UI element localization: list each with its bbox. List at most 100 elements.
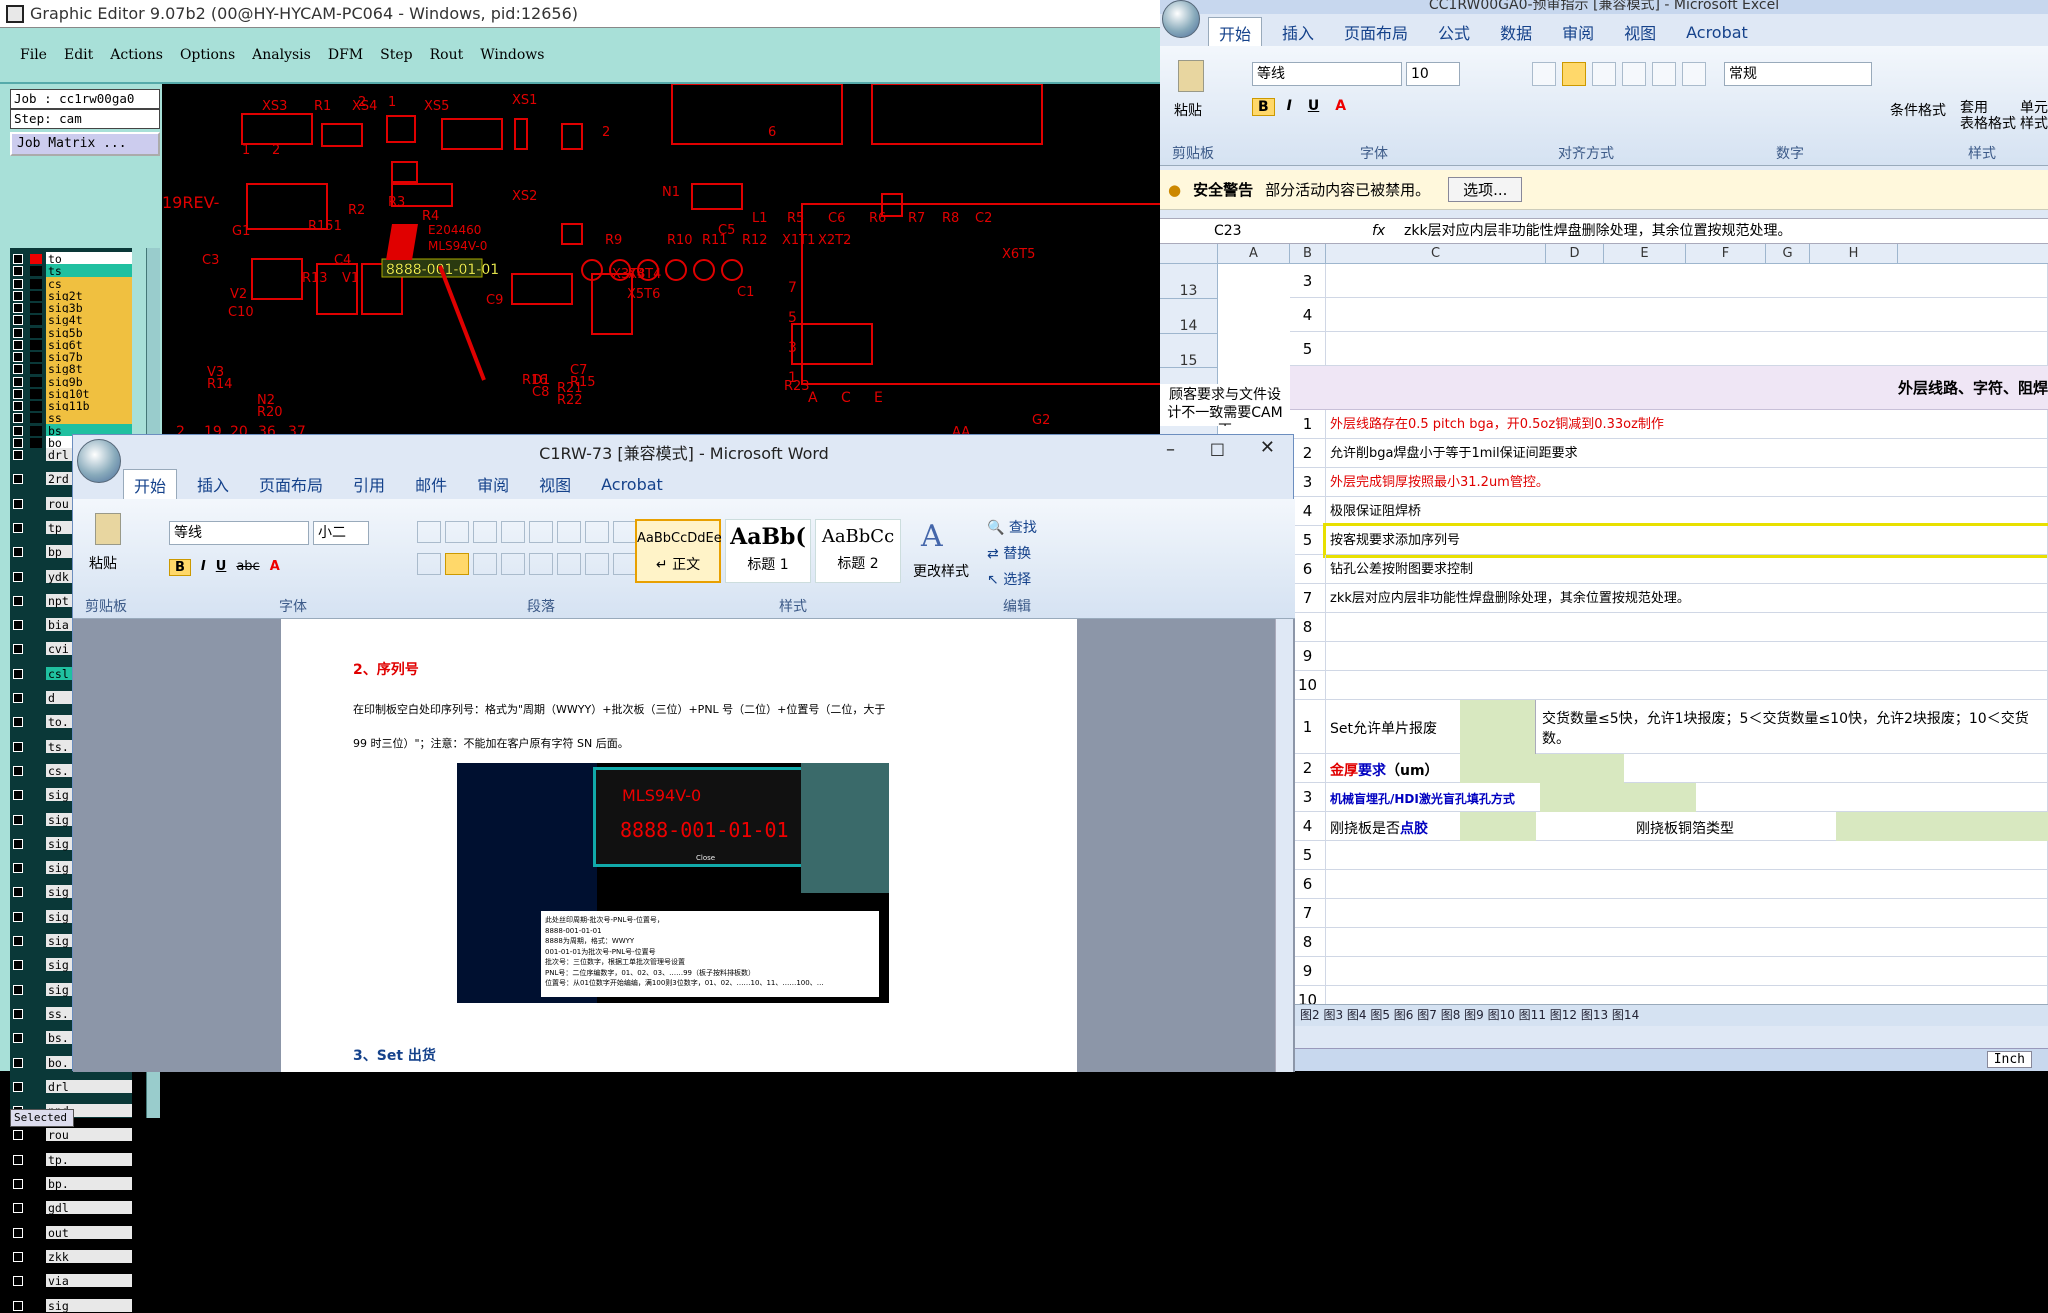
number-format-box[interactable]: 常规 (1724, 62, 1872, 86)
grid-cell[interactable] (1326, 671, 2048, 700)
layer-checkbox[interactable] (13, 595, 23, 606)
wrap-icon[interactable] (1652, 62, 1676, 86)
layer-checkbox[interactable] (13, 668, 23, 679)
grid-cell[interactable]: 极限保证阻焊桥 (1326, 497, 2048, 526)
shading-icon[interactable] (585, 553, 609, 575)
grid-cell[interactable]: zkk层对应内层非功能性焊盘删除处理，其余位置按规范处理。 (1326, 584, 2048, 613)
layer-checkbox[interactable] (13, 620, 23, 631)
align-center-icon[interactable] (445, 553, 469, 575)
layer-checkbox[interactable] (13, 327, 23, 338)
menu-rout[interactable]: Rout (430, 47, 464, 63)
line-spacing-icon[interactable] (557, 553, 581, 575)
layer-checkbox[interactable] (13, 425, 23, 436)
layer-checkbox[interactable] (13, 814, 23, 825)
options-button[interactable]: 选项... (1448, 177, 1523, 202)
layer-checkbox[interactable] (13, 911, 23, 922)
grid-cell[interactable] (1326, 841, 2048, 870)
layer-checkbox[interactable] (13, 522, 23, 533)
layer-checkbox[interactable] (13, 838, 23, 849)
italic-button[interactable]: I (1283, 98, 1296, 116)
borders-icon[interactable] (613, 553, 637, 575)
tab-引用[interactable]: 引用 (353, 472, 385, 496)
menu-actions[interactable]: Actions (110, 47, 163, 63)
underline-button[interactable]: U (216, 559, 227, 576)
layer-checkbox[interactable] (13, 1033, 23, 1044)
layer-checkbox[interactable] (13, 413, 23, 424)
tab-插入[interactable]: 插入 (197, 472, 229, 496)
tab-公式[interactable]: 公式 (1438, 20, 1470, 44)
maximize-button[interactable]: □ (1210, 439, 1225, 458)
layer-checkbox[interactable] (13, 303, 23, 313)
row-header[interactable]: 15 (1160, 334, 1218, 369)
font-name-box[interactable]: 等线 (169, 521, 309, 545)
menu-analysis[interactable]: Analysis (252, 47, 311, 63)
row-header[interactable]: 14 (1160, 299, 1218, 334)
fx-icon[interactable]: fx (1372, 221, 1385, 241)
grid-cell[interactable] (1326, 899, 2048, 928)
sort-icon[interactable] (585, 521, 609, 543)
layer-checkbox[interactable] (13, 887, 23, 898)
layer-checkbox[interactable] (13, 790, 23, 801)
green-cell[interactable] (1540, 783, 1696, 812)
layer-checkbox[interactable] (13, 1179, 23, 1189)
merge-icon[interactable] (1682, 62, 1706, 86)
layer-checkbox[interactable] (13, 1300, 23, 1311)
name-box[interactable]: C23 (1164, 221, 1324, 241)
paste-icon[interactable] (95, 513, 121, 545)
layer-checkbox[interactable] (13, 498, 23, 509)
column-header-D[interactable]: D (1546, 244, 1604, 264)
tab-数据[interactable]: 数据 (1500, 20, 1532, 44)
tab-开始[interactable]: 开始 (1208, 16, 1263, 48)
minimize-button[interactable]: – (1166, 439, 1175, 460)
font-name-box[interactable]: 等线 (1252, 62, 1402, 86)
layer-checkbox[interactable] (13, 936, 23, 946)
job-matrix-button[interactable]: Job Matrix ... (10, 132, 160, 156)
change-style-button[interactable]: 更改样式 (913, 561, 969, 581)
style-heading1[interactable]: AaBb( 标题 1 (725, 519, 811, 583)
layer-checkbox[interactable] (13, 254, 23, 264)
menu-step[interactable]: Step (380, 47, 412, 63)
tab-页面布局[interactable]: 页面布局 (259, 472, 323, 496)
layer-checkbox[interactable] (13, 1154, 23, 1165)
layer-checkbox[interactable] (13, 1203, 23, 1214)
font-size-box[interactable]: 小二 (313, 521, 369, 545)
font-size-box[interactable]: 10 (1406, 62, 1460, 86)
bullets-icon[interactable] (417, 521, 441, 543)
show-marks-icon[interactable] (613, 521, 637, 543)
job-field[interactable]: Job : cc1rw00ga0 (10, 89, 160, 109)
layer-checkbox[interactable] (13, 863, 23, 874)
layer-checkbox[interactable] (13, 717, 23, 728)
tab-页面布局[interactable]: 页面布局 (1344, 20, 1408, 44)
layer-checkbox[interactable] (13, 437, 23, 448)
font-color-icon[interactable]: A (270, 559, 280, 576)
grid-cell[interactable]: 按客规要求添加序列号 (1323, 523, 2048, 558)
cell-style-button[interactable]: 单元 样式 (2020, 100, 2048, 132)
numbering-icon[interactable] (445, 521, 469, 543)
document-page[interactable]: 2、序列号 在印制板空白处印序列号：格式为"周期（WWYY）+批次板（三位）+P… (281, 619, 1077, 1072)
chinese-layout-icon[interactable] (557, 521, 581, 543)
grid-cell[interactable]: 钻孔公差按附图要求控制 (1326, 555, 2048, 584)
tab-审阅[interactable]: 审阅 (477, 472, 509, 496)
green-cell[interactable] (1460, 700, 1536, 754)
decrease-indent-icon[interactable] (501, 521, 525, 543)
tab-Acrobat[interactable]: Acrobat (601, 475, 663, 494)
layer-checkbox[interactable] (13, 1008, 23, 1019)
grid-cell[interactable] (1326, 298, 2048, 332)
layer-checkbox[interactable] (13, 401, 23, 411)
column-header-H[interactable]: H (1810, 244, 1898, 264)
grid-cell[interactable] (1326, 928, 2048, 957)
layer-checkbox[interactable] (13, 984, 23, 995)
layer-row-extra[interactable]: rou (10, 1128, 132, 1142)
column-header-B[interactable]: B (1290, 244, 1326, 264)
bold-button[interactable]: B (169, 559, 191, 576)
strikethrough-button[interactable]: abc (236, 559, 259, 576)
menu-edit[interactable]: Edit (64, 47, 93, 63)
distributed-icon[interactable] (529, 553, 553, 575)
tab-开始[interactable]: 开始 (123, 468, 178, 500)
tab-邮件[interactable]: 邮件 (415, 472, 447, 496)
grid-cell[interactable]: 外层完成铜厚按照最小31.2um管控。 (1326, 468, 2048, 497)
orientation-icon[interactable] (1622, 62, 1646, 86)
document-scrollbar[interactable] (1275, 619, 1293, 1072)
column-header-I[interactable]: I (1898, 244, 2048, 264)
layer-checkbox[interactable] (13, 352, 23, 362)
